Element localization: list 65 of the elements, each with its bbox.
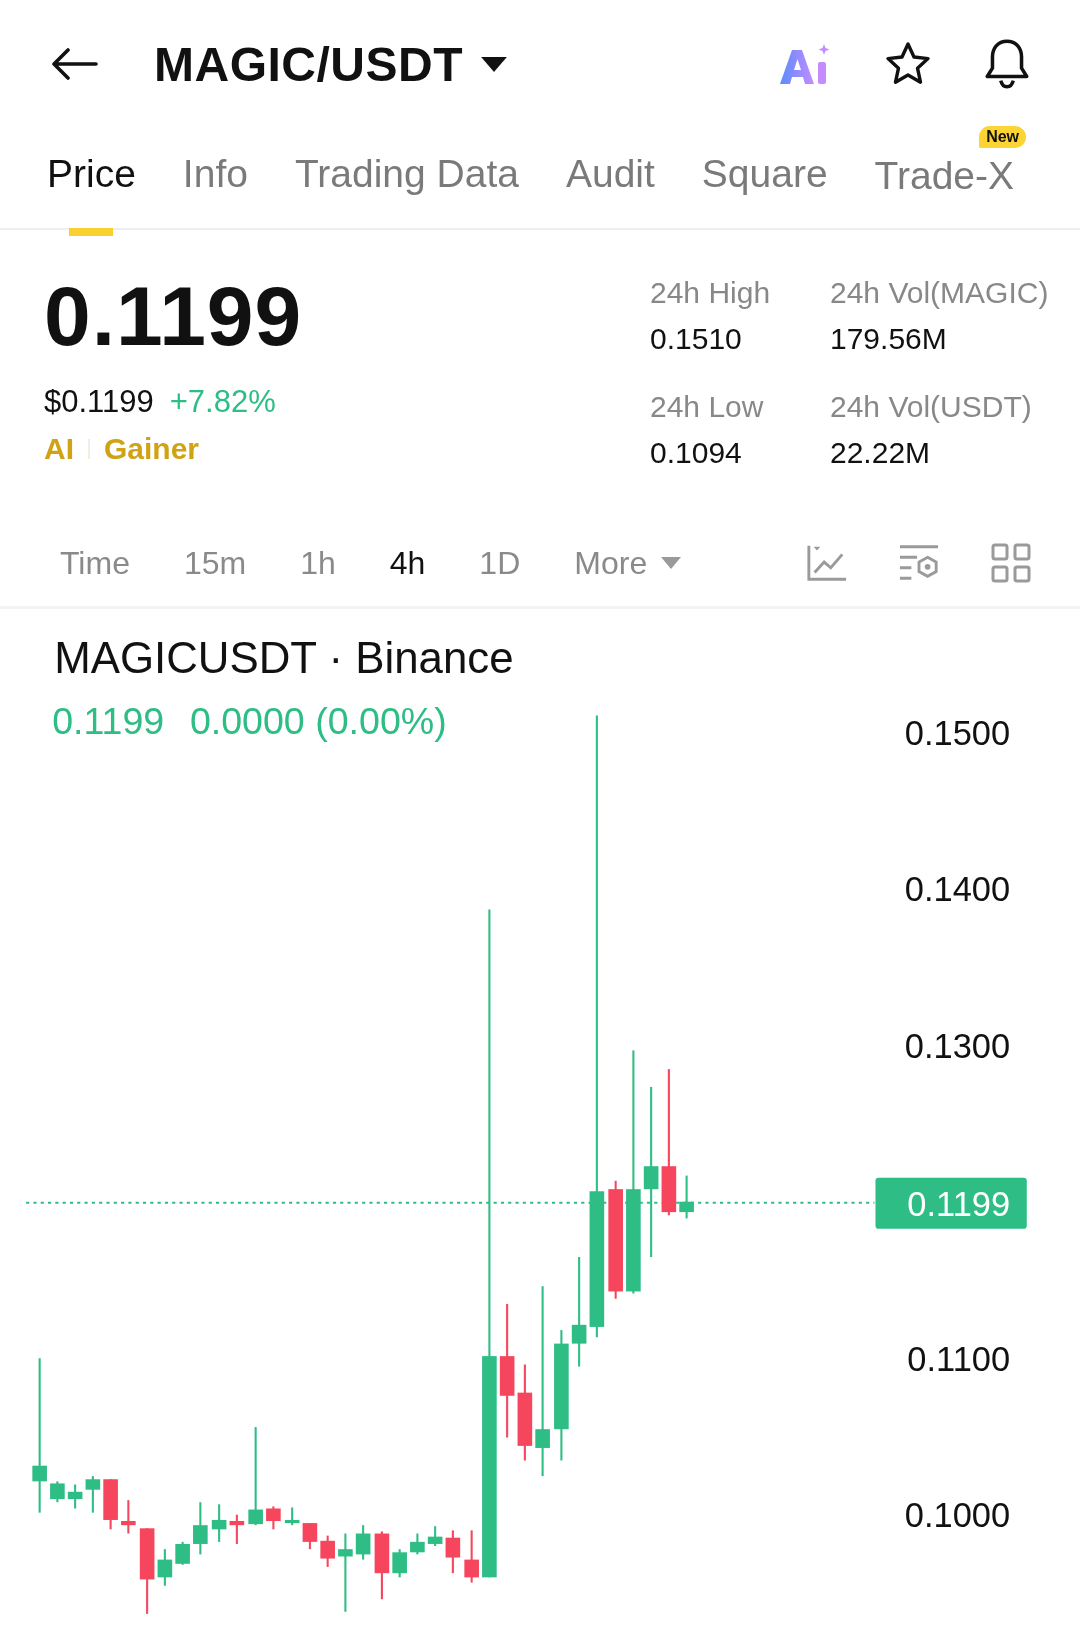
tab[interactable]: Audit <box>565 144 655 196</box>
candle <box>410 1533 425 1555</box>
tag-label[interactable]: Gainer <box>104 432 200 466</box>
interval-option[interactable]: 1D <box>479 544 521 582</box>
tab[interactable]: Info <box>182 144 248 196</box>
interval-option[interactable]: Time <box>60 544 130 582</box>
back-icon[interactable] <box>50 48 98 80</box>
candle <box>50 1481 65 1503</box>
candle <box>355 1525 371 1560</box>
candle <box>320 1535 335 1567</box>
last-price: 0.1199 <box>44 274 304 358</box>
tab[interactable]: Price <box>47 144 136 196</box>
stat-value: 0.1510 <box>650 322 743 356</box>
price-axis-label: 0.1300 <box>904 1026 1011 1065</box>
tab-indicator <box>69 228 113 236</box>
stat-label: 24h High <box>650 276 772 310</box>
usd-price: $0.1199 <box>44 384 154 420</box>
line-chart-icon[interactable] <box>806 543 848 583</box>
price-axis-label: 0.1100 <box>907 1339 1011 1378</box>
candle <box>85 1476 101 1513</box>
stat-value: 22.22M <box>830 436 932 470</box>
chart-title: MAGICUSDT · Binance <box>54 632 514 682</box>
stat-label: 24h Vol(MAGIC) <box>830 276 1050 310</box>
candle <box>266 1506 281 1530</box>
candle <box>103 1479 118 1530</box>
indicator-settings-icon[interactable] <box>898 543 940 583</box>
tab[interactable]: Trade-X <box>874 156 1015 195</box>
candle <box>374 1531 390 1600</box>
grid-icon[interactable] <box>990 543 1032 583</box>
interval-option[interactable]: 15m <box>183 544 247 582</box>
candle <box>445 1530 461 1574</box>
stat-label: 24h Low <box>650 390 765 424</box>
stat-value: 0.1094 <box>650 436 743 470</box>
stat-value: 179.56M <box>830 322 948 356</box>
candle <box>284 1507 300 1526</box>
candle <box>175 1541 190 1565</box>
caret-icon[interactable] <box>481 56 507 72</box>
price-change: +7.82% <box>169 384 276 420</box>
candle <box>679 1175 694 1219</box>
legend-change: 0.0000 (0.00%) <box>189 700 447 743</box>
candle <box>67 1484 83 1509</box>
current-price-tag: 0.1199 <box>875 1177 1027 1229</box>
tab[interactable]: Square <box>701 144 828 196</box>
candle <box>157 1549 173 1586</box>
candle <box>211 1504 227 1542</box>
candle <box>464 1530 479 1583</box>
price-axis-label: 0.1400 <box>904 870 1011 909</box>
candle <box>392 1549 407 1578</box>
tab[interactable]: Trading Data <box>294 144 519 196</box>
candle <box>193 1502 208 1555</box>
candle <box>121 1500 136 1534</box>
candle <box>229 1514 245 1544</box>
interval-option[interactable]: 4h <box>389 544 426 582</box>
tag-label[interactable]: AI <box>44 432 74 466</box>
pair-title: MAGIC/USDT <box>154 36 463 92</box>
new-badge: New <box>979 126 1027 148</box>
interval-option[interactable]: 1h <box>300 544 336 582</box>
price-axis-label: 0.1000 <box>904 1496 1011 1535</box>
caret-icon <box>661 557 682 569</box>
candle <box>427 1526 443 1547</box>
more-dropdown[interactable]: More <box>574 544 682 582</box>
candle <box>302 1523 318 1550</box>
legend-price: 0.1199 <box>52 700 165 743</box>
stat-label: 24h Vol(USDT) <box>830 390 1033 424</box>
price-axis-label: 0.1500 <box>904 713 1011 752</box>
